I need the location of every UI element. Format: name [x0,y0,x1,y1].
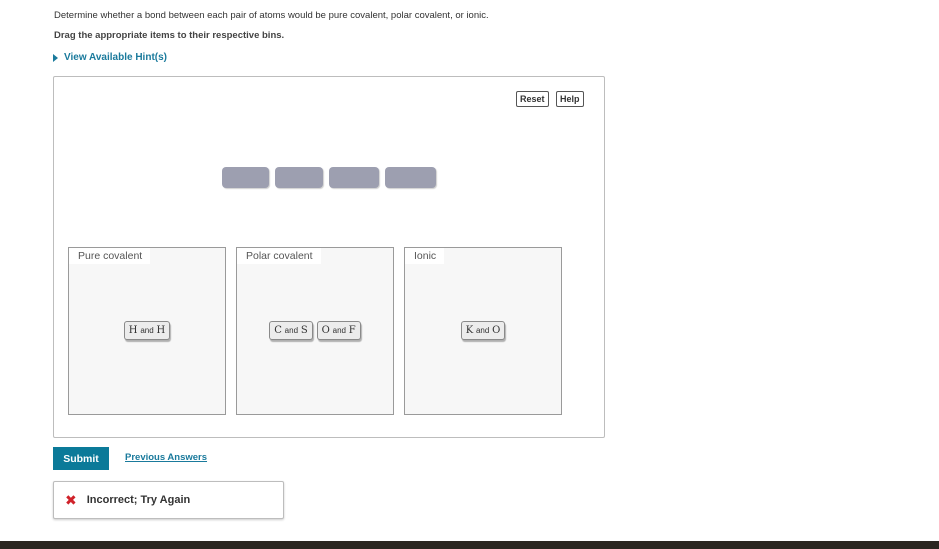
and-text: and [475,326,490,335]
bin-ionic[interactable]: Ionic K and O [404,247,562,415]
instruction-text: Determine whether a bond between each pa… [54,10,489,21]
empty-drop-slot[interactable] [222,167,269,188]
atom-b: F [348,325,356,336]
atom-a: C [274,325,282,336]
bin-pure-covalent[interactable]: Pure covalent H and H [68,247,226,415]
bin-label: Ionic [405,248,445,264]
previous-answers-link[interactable]: Previous Answers [125,452,207,463]
empty-drop-slot[interactable] [329,167,379,188]
empty-drop-slot[interactable] [385,167,436,188]
caret-right-icon [53,53,58,62]
x-icon: ✖ [65,492,77,508]
feedback-message: Incorrect; Try Again [86,494,191,506]
draggable-item[interactable]: C and S [269,321,313,340]
submit-button[interactable]: Submit [53,447,109,470]
atom-b: H [156,325,166,336]
bin-label: Polar covalent [237,248,321,264]
help-button[interactable]: Help [556,91,584,107]
drag-instruction: Drag the appropriate items to their resp… [54,30,285,41]
view-hints-label: View Available Hint(s) [64,52,167,63]
draggable-item[interactable]: H and H [123,321,171,340]
bin-label: Pure covalent [69,248,151,264]
view-hints-toggle[interactable]: View Available Hint(s) [53,52,167,63]
drag-drop-panel: Reset Help Pure covalent H and H Polar c… [53,76,605,438]
atom-a: K [465,325,474,336]
atom-b: O [492,325,501,336]
and-text: and [284,326,299,335]
atom-a: H [128,325,138,336]
and-text: and [332,326,347,335]
draggable-item[interactable]: K and O [460,321,506,340]
atom-b: S [300,325,308,336]
bin-polar-covalent[interactable]: Polar covalent C and S O and F [236,247,394,415]
reset-button[interactable]: Reset [516,91,549,107]
atom-a: O [321,325,330,336]
draggable-item[interactable]: O and F [316,321,361,340]
bottom-bar [0,541,939,549]
and-text: and [140,326,154,335]
empty-drop-slot[interactable] [275,167,323,188]
feedback-box: ✖ Incorrect; Try Again [53,481,284,519]
